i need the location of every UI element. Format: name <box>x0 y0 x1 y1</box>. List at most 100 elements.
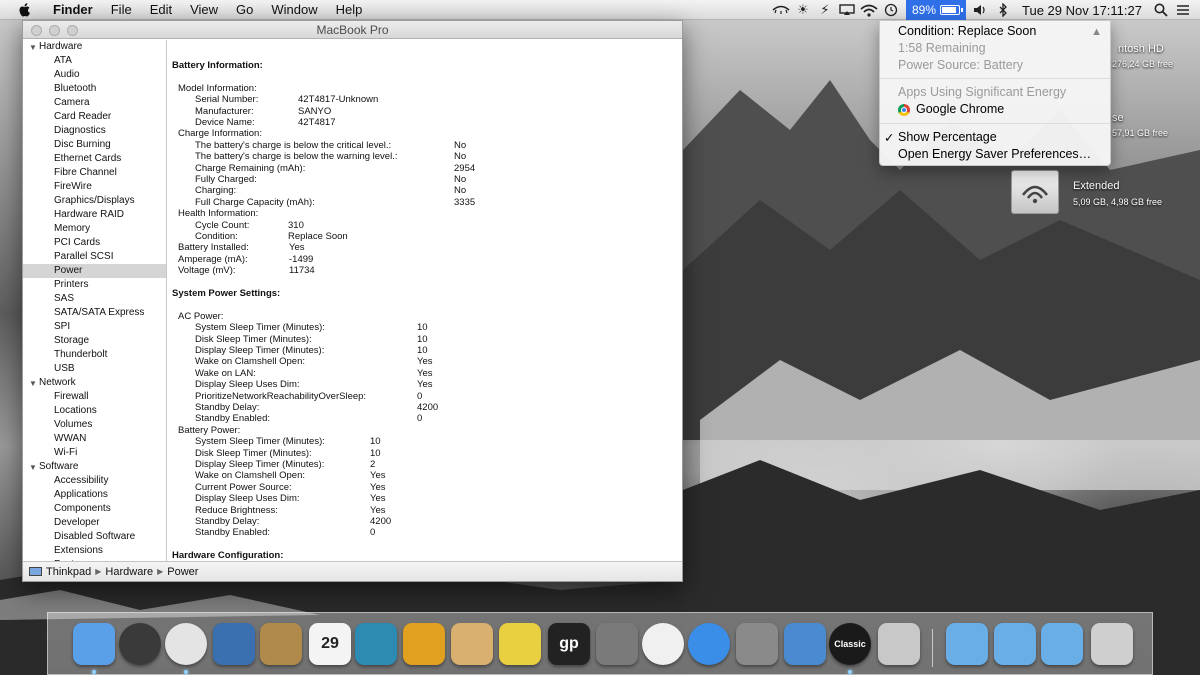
sidebar-item[interactable]: USB <box>23 362 166 376</box>
path-item-power[interactable]: Power <box>167 566 198 578</box>
eye-icon[interactable] <box>770 0 792 20</box>
external-drive-icon[interactable] <box>1011 170 1059 214</box>
sidebar-item[interactable]: Components <box>23 502 166 516</box>
sidebar-item[interactable]: Disabled Software <box>23 530 166 544</box>
sidebar-item[interactable]: Accessibility <box>23 474 166 488</box>
contacts-icon[interactable] <box>260 623 302 665</box>
battery-status-button[interactable]: 89% <box>905 0 967 20</box>
search-icon[interactable] <box>1150 0 1172 20</box>
minimize-button[interactable] <box>49 25 60 36</box>
sidebar-item[interactable]: PCI Cards <box>23 236 166 250</box>
menu-file[interactable]: File <box>111 2 132 17</box>
sidebar-item[interactable]: Printers <box>23 278 166 292</box>
migration-icon[interactable] <box>596 623 638 665</box>
volume-icon[interactable] <box>970 0 992 20</box>
sidebar-item[interactable]: Developer <box>23 516 166 530</box>
sidebar-item[interactable]: Memory <box>23 222 166 236</box>
sidebar-item[interactable]: Locations <box>23 404 166 418</box>
sidebar-item[interactable]: SAS <box>23 292 166 306</box>
sidebar-item[interactable]: ATA <box>23 54 166 68</box>
stickies-icon[interactable] <box>499 623 541 665</box>
time-machine-icon[interactable] <box>880 0 902 20</box>
calendar-icon[interactable]: 29 <box>309 623 351 665</box>
applications-folder-icon[interactable] <box>1041 623 1083 665</box>
sidebar-item[interactable]: Ethernet Cards <box>23 152 166 166</box>
close-button[interactable] <box>31 25 42 36</box>
energy-app-chrome[interactable]: Google Chrome <box>916 102 1004 116</box>
drive-name-1[interactable]: ntosh HD <box>1118 43 1164 55</box>
bolt-icon[interactable]: ⚡ <box>814 0 836 20</box>
show-percentage-item[interactable]: Show Percentage <box>898 130 997 144</box>
menu-help[interactable]: Help <box>336 2 363 17</box>
sidebar-item[interactable]: SATA/SATA Express <box>23 306 166 320</box>
drive-info-2: 57,91 GB free <box>1112 128 1169 138</box>
utilities-folder-icon[interactable] <box>994 623 1036 665</box>
sidebar-group[interactable]: ▼ Hardware <box>23 40 166 54</box>
launchpad-icon[interactable] <box>119 623 161 665</box>
sidebar-item[interactable]: Wi-Fi <box>23 446 166 460</box>
finder-icon[interactable] <box>73 623 115 665</box>
sidebar[interactable]: ▼ Hardware ATA Audio Bluetooth Camera Card Rea… <box>23 40 167 562</box>
apple-menu-icon[interactable] <box>18 2 32 18</box>
sidebar-item[interactable]: Extensions <box>23 544 166 558</box>
downloads-folder-icon[interactable] <box>946 623 988 665</box>
image-capture-icon[interactable] <box>355 623 397 665</box>
menu-window[interactable]: Window <box>271 2 317 17</box>
preview-icon[interactable] <box>213 623 255 665</box>
title-bar[interactable]: MacBook Pro <box>23 21 682 39</box>
sidebar-item-label: ATA <box>54 55 72 66</box>
sidebar-item[interactable]: Card Reader <box>23 110 166 124</box>
sidebar-item[interactable]: WWAN <box>23 432 166 446</box>
chrome-icon[interactable] <box>165 623 207 665</box>
detail-pane[interactable]: Battery Information: Model Information: Se… <box>168 40 682 562</box>
sidebar-item[interactable]: Camera <box>23 96 166 110</box>
sidebar-item[interactable]: Audio <box>23 68 166 82</box>
disclosure-triangle-icon[interactable]: ▼ <box>29 41 37 55</box>
sidebar-item[interactable]: Bluetooth <box>23 82 166 96</box>
drive-name-2[interactable]: se <box>1112 112 1124 124</box>
system-preferences-icon[interactable] <box>736 623 778 665</box>
sidebar-item[interactable]: Parallel SCSI <box>23 250 166 264</box>
bluetooth-icon[interactable] <box>992 0 1014 20</box>
sidebar-item[interactable]: FireWire <box>23 180 166 194</box>
disclosure-triangle-icon[interactable]: ▼ <box>29 461 37 475</box>
sidebar-item[interactable]: Applications <box>23 488 166 502</box>
classic-icon[interactable]: Classic <box>829 623 871 665</box>
script-editor-icon[interactable] <box>451 623 493 665</box>
path-item-hardware[interactable]: Hardware <box>105 566 153 578</box>
path-item-computer[interactable]: Thinkpad <box>46 566 91 578</box>
guitar-pro-icon[interactable]: gp <box>548 623 590 665</box>
drive-name-3[interactable]: Extended <box>1073 180 1119 192</box>
sidebar-item[interactable]: Power <box>23 264 166 278</box>
menu-view[interactable]: View <box>190 2 218 17</box>
usb-drive-icon[interactable] <box>878 623 920 665</box>
list-icon[interactable] <box>1172 0 1194 20</box>
trash-icon[interactable] <box>1091 623 1133 665</box>
menu-finder[interactable]: Finder <box>53 2 93 17</box>
sidebar-item[interactable]: Graphics/Displays <box>23 194 166 208</box>
menu-edit[interactable]: Edit <box>150 2 172 17</box>
sidebar-item[interactable]: Fibre Channel <box>23 166 166 180</box>
sidebar-group[interactable]: ▼ Software <box>23 460 166 474</box>
utilities-icon[interactable] <box>784 623 826 665</box>
sidebar-item[interactable]: Hardware RAID <box>23 208 166 222</box>
sidebar-item[interactable]: Firewall <box>23 390 166 404</box>
sidebar-item[interactable]: Volumes <box>23 418 166 432</box>
wifi-icon[interactable] <box>858 0 880 20</box>
sidebar-item[interactable]: Storage <box>23 334 166 348</box>
itunes-icon[interactable] <box>642 623 684 665</box>
brightness-icon[interactable]: ☀ <box>792 0 814 20</box>
menu-go[interactable]: Go <box>236 2 253 17</box>
clock[interactable]: Tue 29 Nov 17:11:27 <box>1022 3 1142 18</box>
app-store-icon[interactable] <box>688 623 730 665</box>
sidebar-item[interactable]: Thunderbolt <box>23 348 166 362</box>
disclosure-triangle-icon[interactable]: ▼ <box>29 377 37 391</box>
sidebar-item[interactable]: SPI <box>23 320 166 334</box>
keynote-icon[interactable] <box>403 623 445 665</box>
sidebar-item[interactable]: Disc Burning <box>23 138 166 152</box>
airplay-icon[interactable] <box>836 0 858 20</box>
sidebar-group[interactable]: ▼ Network <box>23 376 166 390</box>
energy-saver-preferences-item[interactable]: Open Energy Saver Preferences… <box>898 147 1091 161</box>
zoom-button[interactable] <box>67 25 78 36</box>
sidebar-item[interactable]: Diagnostics <box>23 124 166 138</box>
